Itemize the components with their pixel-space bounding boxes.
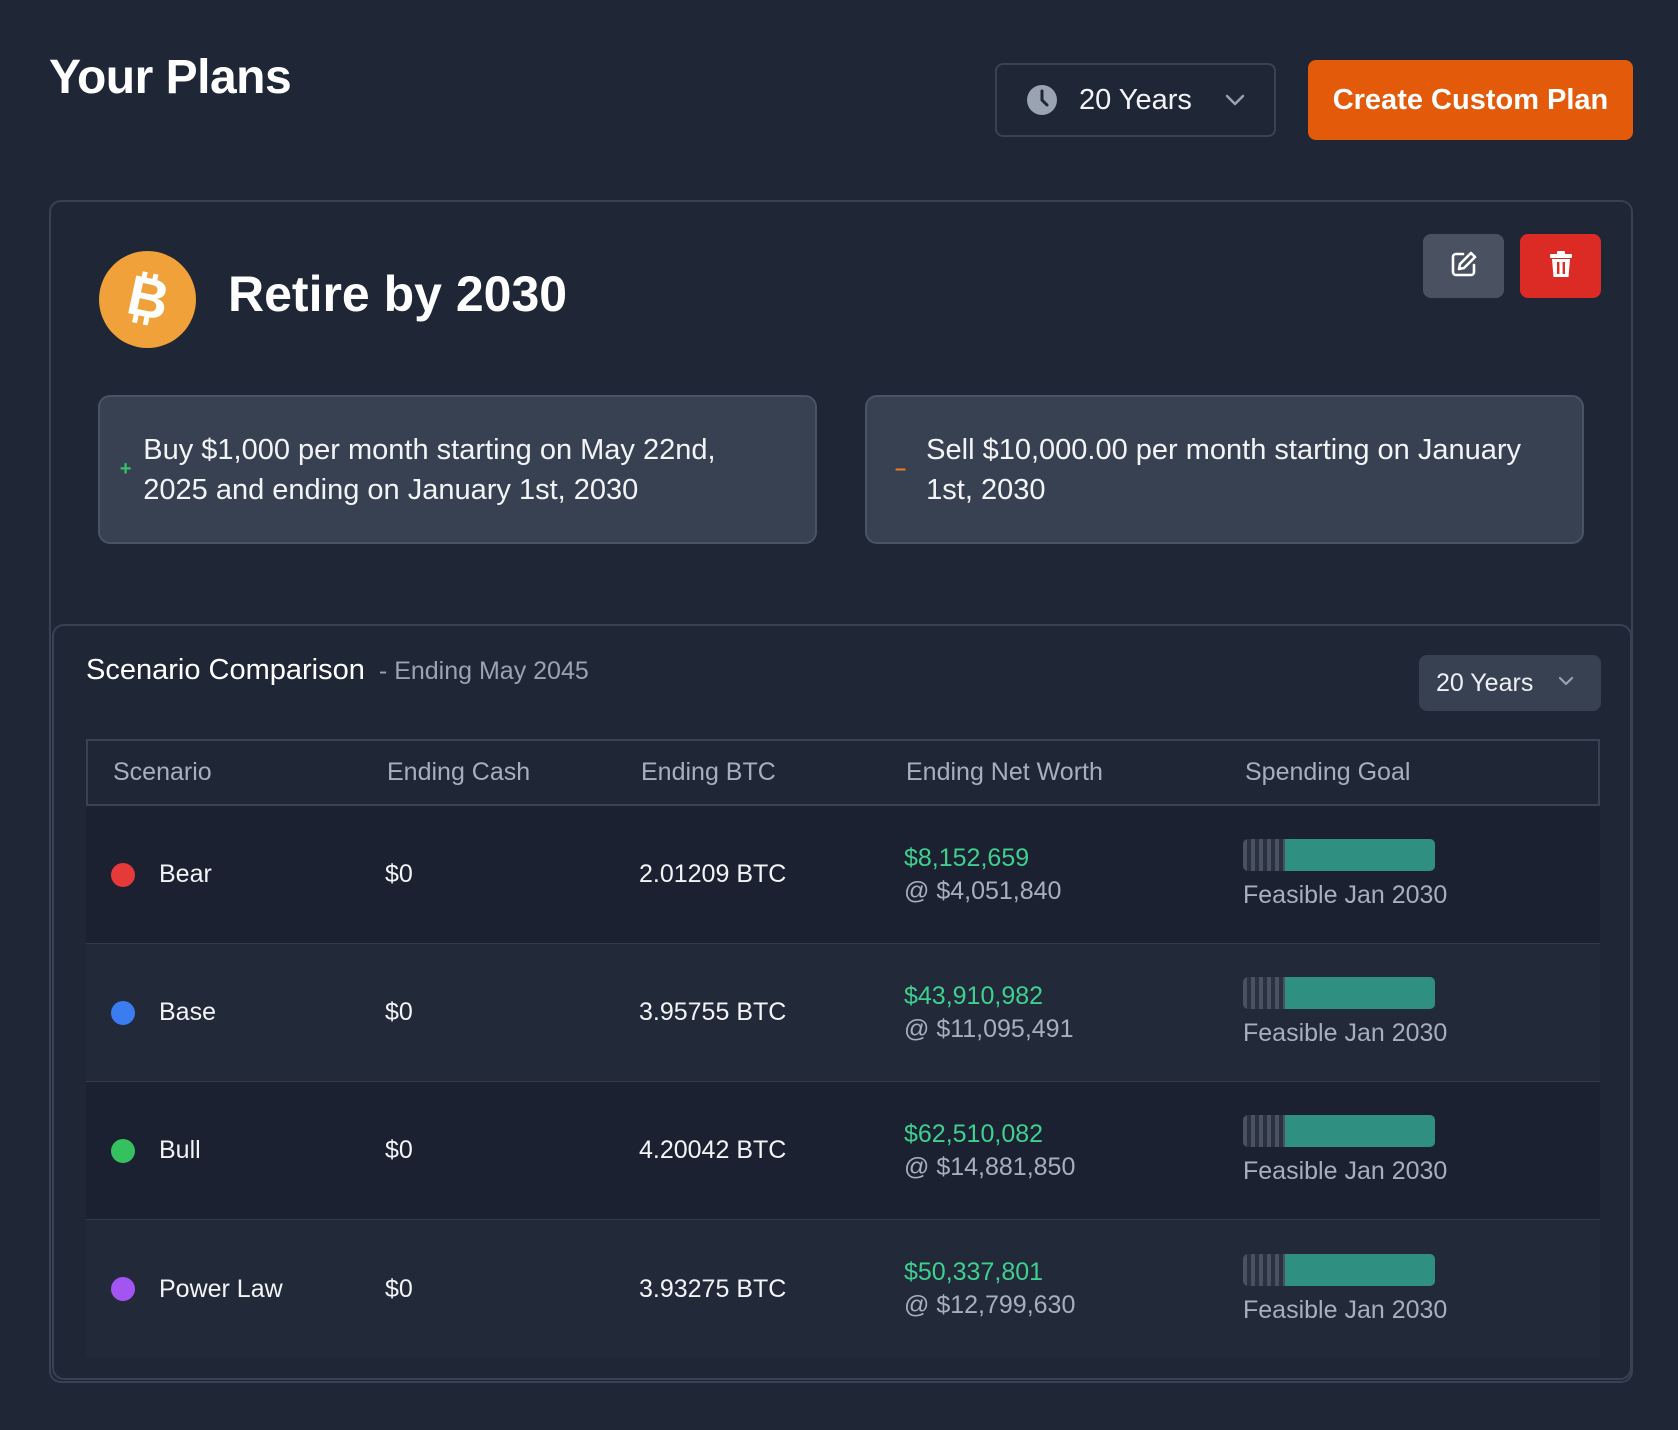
- column-header-ending-net-worth: Ending Net Worth: [906, 758, 1103, 786]
- table-row: Bear $0 2.01209 BTC $8,152,659 @ $4,051,8…: [86, 806, 1600, 944]
- buy-schedule-text: Buy $1,000 per month starting on May 22n…: [143, 433, 716, 506]
- timeframe-select-value: 20 Years: [1079, 83, 1192, 116]
- create-custom-plan-button[interactable]: Create Custom Plan: [1308, 60, 1633, 140]
- column-header-ending-cash: Ending Cash: [387, 758, 531, 786]
- delete-plan-button[interactable]: [1520, 234, 1601, 298]
- column-header-scenario: Scenario: [113, 758, 212, 786]
- svg-text:B: B: [122, 265, 175, 333]
- table-header: Scenario Ending Cash Ending BTC Ending N…: [86, 739, 1600, 806]
- table-row: Base $0 3.95755 BTC $43,910,982 @ $11,095…: [86, 944, 1600, 1082]
- scenario-comparison-subtitle: - Ending May 2045: [378, 657, 589, 685]
- buy-schedule-box: + Buy $1,000 per month starting on May 2…: [98, 395, 817, 544]
- plus-icon: +: [119, 458, 132, 480]
- plan-card: B Retire by 2030 + Buy $1,000 per month …: [49, 200, 1633, 1383]
- spending-goal-status: Feasible Jan 2030: [1243, 1019, 1448, 1047]
- ending-net-worth: $43,910,982: [904, 981, 1044, 1010]
- ending-net-worth: $8,152,659: [904, 843, 1030, 872]
- btc-price: @ $4,051,840: [904, 876, 1062, 905]
- scenario-timeframe-select[interactable]: 20 Years: [1419, 655, 1601, 711]
- spending-goal-bar: [1243, 839, 1435, 871]
- scenario-comparison-section: Scenario Comparison - Ending May 2045 20…: [52, 624, 1632, 1380]
- scenario-comparison-heading: Scenario Comparison - Ending May 2045: [86, 654, 589, 687]
- scenario-name: Bear: [159, 860, 212, 888]
- ending-net-worth: $50,337,801: [904, 1258, 1044, 1286]
- ending-cash: $0: [385, 998, 413, 1026]
- ending-btc: 3.95755 BTC: [639, 998, 787, 1026]
- plans-page: Your Plans 20 Years Create Custom Plan B: [0, 0, 1678, 1430]
- scenario-color-dot: [111, 862, 135, 887]
- ending-btc: 2.01209 BTC: [639, 860, 787, 888]
- spending-goal-bar: [1243, 977, 1435, 1009]
- spending-goal-bar: [1243, 1115, 1435, 1147]
- scenario-name: Bull: [159, 1136, 201, 1164]
- ending-btc: 3.93275 BTC: [639, 1274, 787, 1303]
- table-row: Power Law $0 3.93275 BTC $50,337,801 @ $1…: [86, 1220, 1600, 1358]
- spending-goal-bar: [1243, 1253, 1435, 1286]
- ending-cash: $0: [385, 1274, 413, 1303]
- scenario-table: Scenario Ending Cash Ending BTC Ending N…: [86, 739, 1600, 1358]
- sell-schedule-box: – Sell $10,000.00 per month starting on …: [865, 395, 1584, 544]
- column-header-ending-btc: Ending BTC: [641, 758, 776, 786]
- btc-price: @ $12,799,630: [904, 1291, 1076, 1319]
- spending-goal-status: Feasible Jan 2030: [1243, 881, 1448, 909]
- btc-price: @ $14,881,850: [904, 1152, 1076, 1181]
- plan-title: Retire by 2030: [228, 266, 568, 322]
- spending-goal-status: Feasible Jan 2030: [1243, 1295, 1448, 1324]
- ending-net-worth: $62,510,082: [904, 1119, 1044, 1148]
- table-row: Bull $0 4.20042 BTC $62,510,082 @ $14,881…: [86, 1082, 1600, 1220]
- scenario-color-dot: [111, 1000, 135, 1025]
- scenario-timeframe-value: 20 Years: [1436, 668, 1534, 697]
- scenario-name: Power Law: [159, 1274, 283, 1303]
- spending-goal-status: Feasible Jan 2030: [1243, 1157, 1448, 1185]
- scenario-color-dot: [111, 1277, 135, 1301]
- chevron-down-icon: [1222, 87, 1248, 113]
- timeframe-select[interactable]: 20 Years: [995, 63, 1276, 137]
- column-header-spending-goal: Spending Goal: [1245, 758, 1411, 786]
- table-body: Bear $0 2.01209 BTC $8,152,659 @ $4,051,8…: [86, 806, 1600, 1358]
- chevron-down-icon: [1555, 670, 1581, 696]
- sell-schedule-text: Sell $10,000.00 per month starting on Ja…: [926, 433, 1522, 506]
- ending-cash: $0: [385, 860, 413, 888]
- edit-plan-button[interactable]: [1423, 234, 1504, 298]
- scenario-name: Base: [159, 998, 216, 1026]
- page-title: Your Plans: [49, 51, 292, 104]
- edit-icon: [1449, 249, 1479, 284]
- bitcoin-icon: B: [99, 251, 196, 348]
- clock-icon: [1025, 83, 1059, 117]
- scenario-color-dot: [111, 1138, 135, 1163]
- scenario-comparison-title: Scenario Comparison: [86, 654, 365, 686]
- ending-cash: $0: [385, 1136, 413, 1164]
- minus-icon: –: [895, 458, 907, 480]
- trash-icon: [1547, 249, 1575, 284]
- btc-price: @ $11,095,491: [904, 1014, 1074, 1043]
- ending-btc: 4.20042 BTC: [639, 1136, 787, 1164]
